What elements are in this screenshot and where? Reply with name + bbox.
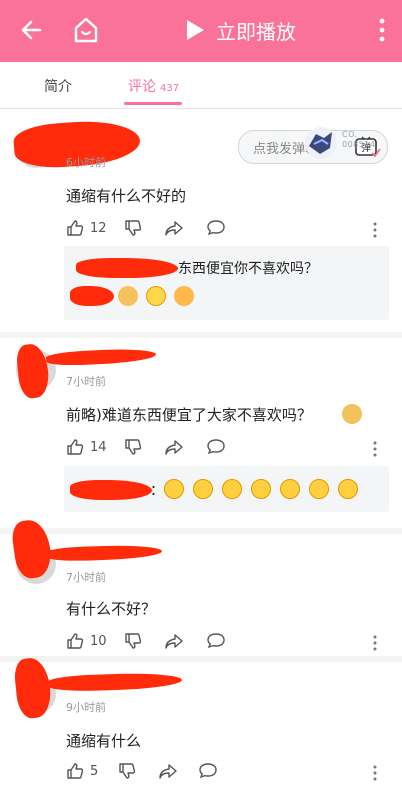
thumbs-up-icon [67, 763, 84, 779]
tab-comments[interactable]: 评论 437 [128, 76, 179, 96]
comment-item: 7小时前 有什么不好？ 10 [0, 517, 402, 658]
play-icon [187, 20, 204, 40]
laugh-cry-emoji-icon [222, 479, 242, 499]
comment-time: 7小时前 [66, 571, 106, 584]
tab-bar: 简介 评论 437 点我发弹幕 弹 [0, 62, 402, 164]
comment-actions: 10 [66, 632, 396, 652]
play-now-label: 立即播放 [216, 19, 296, 44]
comment-actions: 12 [66, 219, 396, 239]
more-options-icon[interactable] [372, 634, 378, 652]
thumbs-down-icon[interactable] [118, 762, 136, 780]
reply-prefix: ： [150, 483, 164, 499]
more-options-icon[interactable] [372, 764, 378, 782]
tongue-emoji-icon [174, 286, 194, 306]
comment-time: 9小时前 [66, 701, 106, 714]
like-count: 14 [90, 439, 107, 455]
share-icon[interactable] [164, 438, 184, 456]
thumbs-up-icon [67, 633, 84, 649]
reply-bubble-icon[interactable] [206, 632, 226, 650]
doge-emoji-icon [118, 286, 138, 306]
reply-bubble-icon[interactable] [206, 438, 226, 456]
laugh-cry-emoji-icon [280, 479, 300, 499]
comment-text: 通缩有什么 [66, 732, 142, 750]
top-bar: 立即播放 [0, 0, 402, 62]
play-now-button[interactable]: 立即播放 [184, 14, 296, 46]
like-button[interactable]: 12 [66, 219, 107, 237]
share-icon[interactable] [158, 762, 178, 780]
fan-badge: CO. 008514 [302, 124, 382, 164]
thumbs-down-icon[interactable] [124, 438, 142, 456]
reply-emojis [164, 479, 358, 499]
laugh-cry-emoji-icon [164, 479, 184, 499]
thumbs-down-icon[interactable] [124, 219, 142, 237]
redacted-reply-name-2 [70, 286, 114, 306]
home-icon[interactable] [72, 15, 100, 45]
share-icon[interactable] [164, 219, 184, 237]
comment-actions: 14 [66, 438, 396, 458]
reply-text: 东西便宜你不喜欢吗？ [178, 261, 318, 277]
reply-bubble-icon[interactable] [206, 219, 226, 237]
doge-emoji-icon [342, 404, 362, 424]
share-icon[interactable] [164, 632, 184, 650]
thumbs-down-icon[interactable] [124, 632, 142, 650]
redacted-username [45, 347, 157, 367]
comment-item: 7小时前 前略)难道东西便宜了大家不喜欢吗？ 14 ： [0, 338, 402, 532]
thumbs-up-icon [67, 220, 84, 236]
like-button[interactable]: 5 [66, 762, 98, 780]
redacted-reply-name [70, 480, 152, 500]
laugh-cry-emoji-icon [251, 479, 271, 499]
more-options-icon[interactable] [372, 440, 378, 458]
comment-time: 7小时前 [66, 375, 106, 388]
redacted-username [47, 671, 183, 693]
smile-emoji-icon [146, 286, 166, 306]
back-arrow-icon[interactable] [18, 16, 46, 44]
reply-bubble-icon[interactable] [198, 762, 218, 780]
comment-text: 有什么不好？ [66, 600, 157, 618]
like-button[interactable]: 14 [66, 438, 107, 456]
badge-line-1: CO. [342, 130, 358, 139]
laugh-cry-emoji-icon [193, 479, 213, 499]
reply-preview[interactable]: ： [64, 466, 389, 512]
badge-id: CO. 008514 [342, 130, 376, 150]
comment-time: 6小时前 [66, 156, 106, 169]
tab-comments-label: 评论 [128, 79, 156, 95]
comment-actions: 5 [66, 762, 396, 782]
comment-item: 9小时前 通缩有什么 5 [0, 656, 402, 800]
tab-comments-count: 437 [160, 83, 180, 94]
like-button[interactable]: 10 [66, 632, 107, 650]
thumbs-up-icon [67, 439, 84, 455]
badge-icon [305, 127, 337, 159]
laugh-cry-emoji-icon [309, 479, 329, 499]
comment-text: 通缩有什么不好的 [66, 187, 187, 205]
redacted-reply-name [76, 258, 178, 278]
reply-preview[interactable]: 东西便宜你不喜欢吗？ [64, 246, 389, 320]
tab-active-indicator [124, 102, 182, 105]
comment-item: 6小时前 CO. 008514 通缩有什么不好的 12 东西便宜你不喜欢吗？ [0, 116, 402, 336]
like-count: 10 [90, 633, 107, 649]
comment-text: 前略)难道东西便宜了大家不喜欢吗？ [66, 406, 312, 424]
like-count: 12 [90, 220, 107, 236]
redacted-avatar [15, 342, 51, 400]
redacted-username [43, 543, 163, 563]
more-options-icon[interactable] [372, 221, 378, 239]
like-count: 5 [90, 763, 99, 779]
tab-intro[interactable]: 简介 [44, 76, 72, 96]
badge-line-2: 008514 [342, 140, 376, 149]
reply-emojis [118, 286, 194, 306]
more-vertical-icon[interactable] [376, 16, 388, 44]
laugh-cry-emoji-icon [338, 479, 358, 499]
